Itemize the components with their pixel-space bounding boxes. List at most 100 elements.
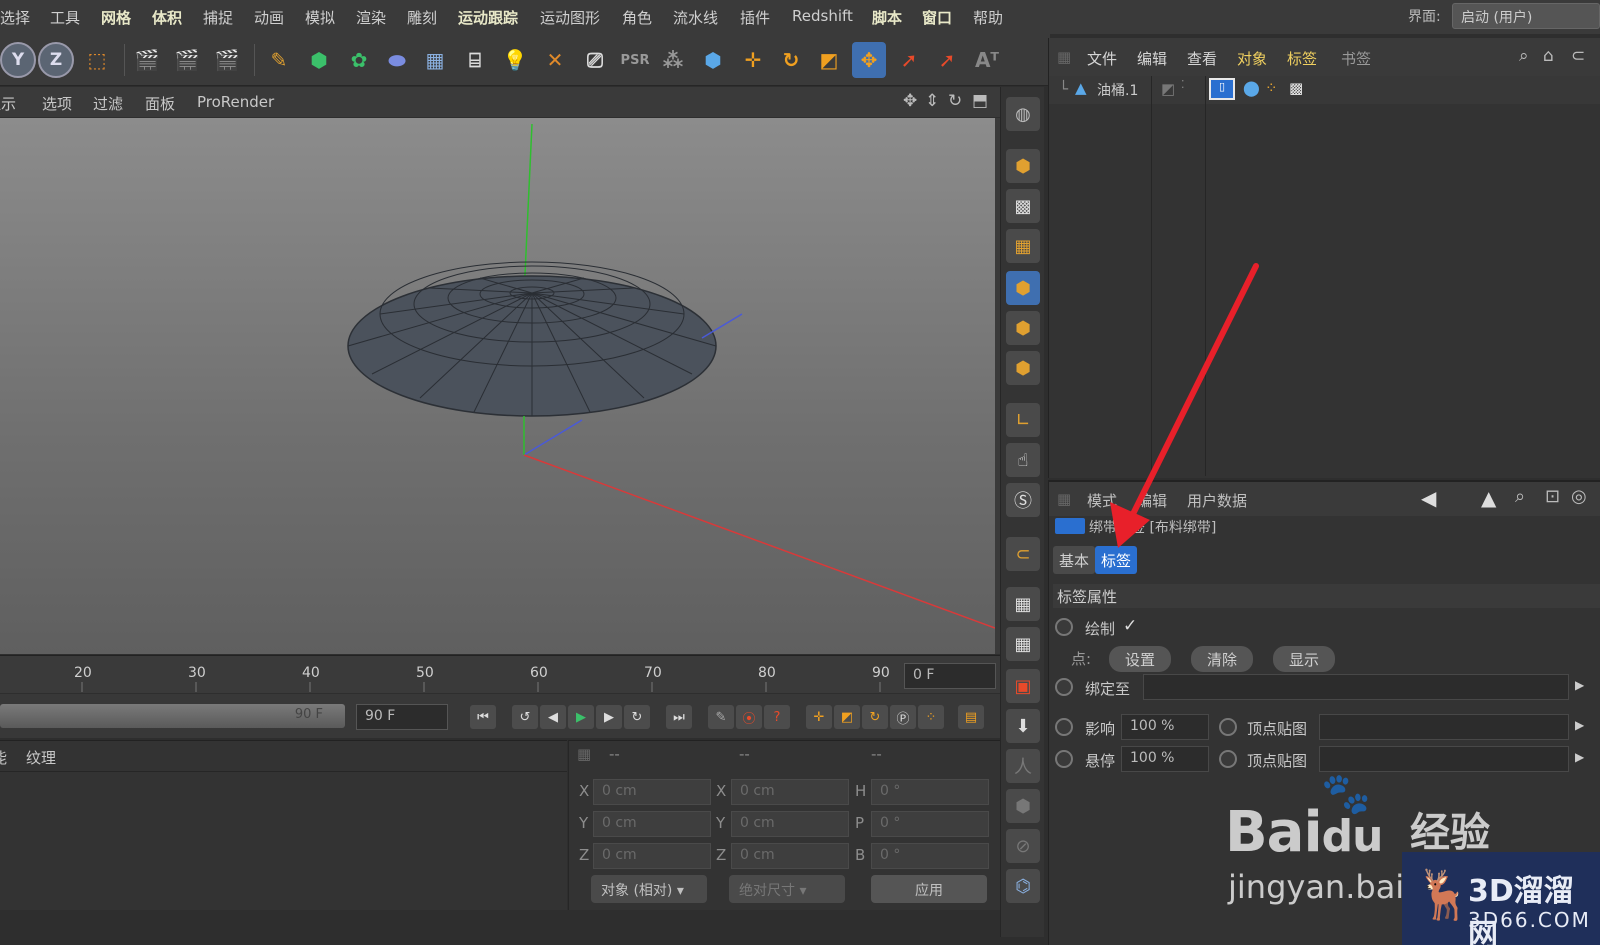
chevron-right-icon[interactable]: ▶: [1575, 678, 1584, 692]
menu-sculpt[interactable]: 雕刻: [407, 7, 437, 28]
model-mode-icon[interactable]: ⬢: [1006, 149, 1040, 183]
tweak-mode-icon[interactable]: ☝: [1006, 443, 1040, 477]
deformer-icon[interactable]: ⬬: [380, 42, 414, 78]
om-menu-view[interactable]: 查看: [1187, 48, 1217, 69]
menu-snap[interactable]: 捕捉: [203, 7, 233, 28]
3d-viewport[interactable]: [0, 118, 995, 654]
key-position-icon[interactable]: ✛: [806, 705, 832, 729]
viewport-dolly-icon[interactable]: ⇕: [925, 91, 939, 111]
size-z-field[interactable]: 0 cm: [731, 843, 849, 869]
bind-to-radio[interactable]: [1055, 678, 1073, 696]
end-frame-field[interactable]: 90 F: [356, 704, 448, 730]
pos-x-field[interactable]: 0 cm: [593, 779, 711, 805]
viewport-menu-prorender[interactable]: ProRender: [197, 93, 274, 111]
snap-icon[interactable]: ⊂: [1006, 537, 1040, 571]
coord-mode-select[interactable]: 对象 (相对) ▾: [591, 875, 707, 903]
solo-icon[interactable]: Ⓢ: [1006, 483, 1040, 517]
cloner-icon[interactable]: ✿: [342, 42, 376, 78]
lock-icon[interactable]: ⊡: [1545, 486, 1560, 507]
menu-redshift[interactable]: Redshift: [792, 7, 853, 25]
viewport-move-icon[interactable]: ✥: [903, 91, 917, 111]
layer-icon[interactable]: ◩: [1161, 80, 1175, 98]
om-menu-objects[interactable]: 对象: [1237, 48, 1267, 69]
viewport-menu-options[interactable]: 选项: [42, 93, 72, 114]
am-menu-edit[interactable]: 编辑: [1137, 490, 1167, 511]
autokey-icon[interactable]: ⦿: [736, 705, 762, 729]
drop-to-floor-icon[interactable]: ⬇: [1006, 709, 1040, 743]
pen-icon[interactable]: ✎: [262, 42, 296, 78]
menu-plugins[interactable]: 插件: [740, 7, 770, 28]
workplane-align-icon[interactable]: ▦: [1006, 627, 1040, 661]
bind-to-field[interactable]: [1143, 674, 1569, 700]
floor-icon[interactable]: ▦: [418, 42, 452, 78]
show-button[interactable]: 显示: [1273, 646, 1335, 672]
viewport-menu-panel[interactable]: 面板: [145, 93, 175, 114]
tab-tag[interactable]: 标签: [1095, 546, 1138, 574]
cloth-tag-icon[interactable]: ⬤: [1243, 79, 1260, 97]
set-button[interactable]: 设置: [1109, 646, 1171, 672]
tab-basic[interactable]: 基本: [1053, 546, 1096, 574]
live-select-icon[interactable]: ⬢: [696, 42, 730, 78]
size-mode-select[interactable]: 绝对尺寸 ▾: [729, 875, 845, 903]
vertex-map-radio-2[interactable]: [1219, 750, 1237, 768]
menu-animate[interactable]: 动画: [254, 7, 284, 28]
psr-icon[interactable]: PSR: [618, 42, 652, 78]
vertex-map-field-2[interactable]: [1319, 746, 1569, 772]
key-scale-icon[interactable]: ◩: [834, 705, 860, 729]
character-icon[interactable]: ⼈: [1006, 749, 1040, 783]
polygons-mode-icon[interactable]: ⬢: [1006, 351, 1040, 385]
view-mode-icon[interactable]: ◍: [1006, 97, 1040, 131]
sculpt-icon[interactable]: ⬢: [1006, 789, 1040, 823]
axis-mode-icon[interactable]: ∟: [1006, 403, 1040, 437]
texture-tag-icon[interactable]: ▩: [1289, 79, 1303, 97]
select-icon[interactable]: ➚: [892, 42, 926, 78]
camera-icon[interactable]: ⌸: [458, 42, 492, 78]
cube-icon[interactable]: ⬢: [302, 42, 336, 78]
up-arrow-icon[interactable]: ▲: [1481, 486, 1496, 510]
python-icon[interactable]: ⌬: [1006, 869, 1040, 903]
interface-select[interactable]: 启动 (用户): [1452, 3, 1600, 29]
chevron-right-icon[interactable]: ▶: [1575, 718, 1584, 732]
light-icon[interactable]: 💡: [498, 42, 532, 78]
key-rotation-icon[interactable]: ↻: [862, 705, 888, 729]
next-key-icon[interactable]: ↻: [624, 705, 650, 729]
menu-volume[interactable]: 体积: [152, 7, 182, 28]
menu-script[interactable]: 脚本: [872, 7, 902, 28]
material-tab-partial[interactable]: 能: [0, 747, 7, 768]
viewport-rotate-icon[interactable]: ↻: [948, 91, 962, 111]
material-tab-texture[interactable]: 纹理: [26, 747, 56, 768]
om-menu-edit[interactable]: 编辑: [1137, 48, 1167, 69]
search-icon[interactable]: ⌕: [1519, 46, 1529, 66]
axis-y-button[interactable]: Y: [0, 42, 36, 78]
preview-range-slider[interactable]: 90 F: [0, 704, 345, 728]
clear-button[interactable]: 清除: [1191, 646, 1253, 672]
chevron-right-icon[interactable]: ▶: [1575, 750, 1584, 764]
object-name[interactable]: 油桶.1: [1097, 80, 1138, 100]
menu-mograph[interactable]: 运动图形: [540, 7, 600, 28]
rot-b-field[interactable]: 0 °: [871, 843, 989, 869]
pos-z-field[interactable]: 0 cm: [593, 843, 711, 869]
menu-character[interactable]: 角色: [622, 7, 652, 28]
key-parameter-icon[interactable]: Ⓟ: [890, 705, 916, 729]
rot-h-field[interactable]: 0 °: [871, 779, 989, 805]
rotate-icon[interactable]: ↻: [774, 42, 808, 78]
hang-field[interactable]: 100 %: [1121, 746, 1209, 772]
coordinate-system-icon[interactable]: ⬚: [80, 42, 114, 78]
hang-radio[interactable]: [1055, 750, 1073, 768]
text-icon[interactable]: Aᵀ: [970, 42, 1004, 78]
menu-help[interactable]: 帮助: [973, 7, 1003, 28]
effector-icon[interactable]: ⎚: [578, 42, 612, 78]
spline-icon[interactable]: ✕: [538, 42, 572, 78]
vertex-map-radio[interactable]: [1219, 718, 1237, 736]
move-icon[interactable]: ✛: [736, 42, 770, 78]
am-menu-userdata[interactable]: 用户数据: [1187, 490, 1247, 511]
key-pla-icon[interactable]: ⁘: [918, 705, 944, 729]
visibility-dots-icon[interactable]: ⁚: [1181, 78, 1185, 91]
om-menu-bookmarks[interactable]: 书签: [1341, 48, 1371, 69]
menu-select[interactable]: 选择: [0, 7, 30, 28]
influence-radio[interactable]: [1055, 718, 1073, 736]
render-picture-viewer-icon[interactable]: 🎬: [170, 42, 204, 78]
menu-window[interactable]: 窗口: [922, 7, 952, 28]
draw-checkbox[interactable]: ✓: [1123, 616, 1137, 636]
workplane-lock-icon[interactable]: ▦: [1006, 587, 1040, 621]
